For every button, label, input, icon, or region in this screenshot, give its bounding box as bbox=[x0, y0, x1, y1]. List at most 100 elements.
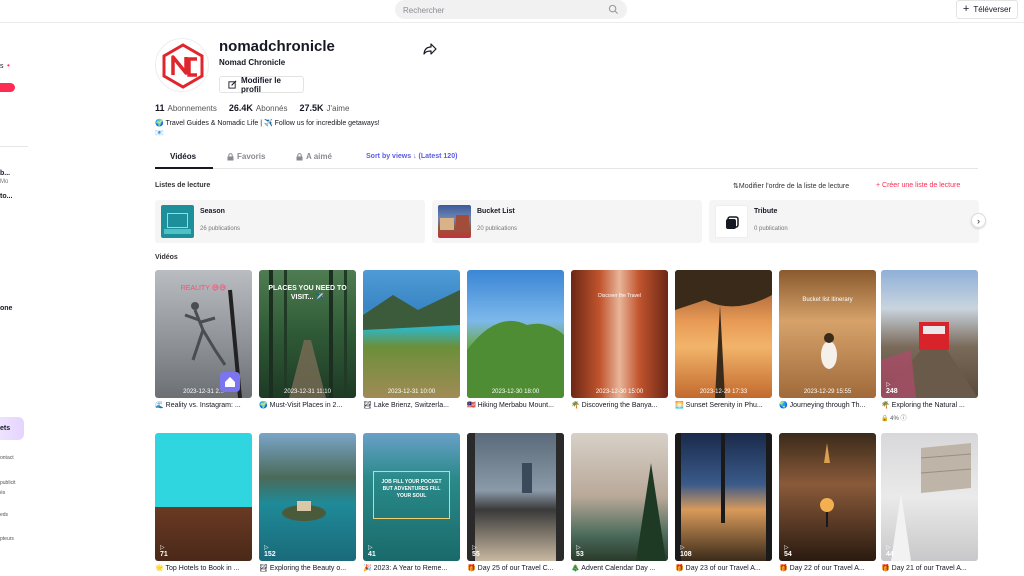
playlists-heading: Listes de lecture bbox=[155, 182, 211, 189]
footer-link[interactable]: pteurs bbox=[0, 536, 14, 542]
likes-label: J'aime bbox=[326, 104, 350, 113]
video-thumbnail[interactable]: ▷ 54 bbox=[779, 433, 876, 561]
video-caption[interactable]: 🌟 Top Hotels to Book in ... bbox=[155, 564, 252, 572]
bio-line: 🌍 Travel Guides & Nomadic Life | ✈️ Foll… bbox=[155, 120, 380, 127]
video-thumbnail[interactable]: ▷ 108 bbox=[675, 433, 772, 561]
video-caption[interactable]: 🏞 Lake Brienz, Switzerla... bbox=[363, 401, 460, 409]
video-date: 2023-12-30 18:00 bbox=[491, 389, 540, 395]
video-thumbnail[interactable]: ▷ 71 bbox=[155, 433, 252, 561]
sidebar-fragment[interactable]: b... bbox=[0, 170, 10, 177]
followers-count: 26.4K bbox=[228, 103, 253, 113]
play-icon: ▷ bbox=[368, 545, 373, 551]
video-caption[interactable]: 🏞 Exploring the Beauty o... bbox=[259, 564, 356, 572]
video-caption[interactable]: 🇲🇾 Hiking Merbabu Mount... bbox=[467, 401, 564, 409]
video-date: 2023-12-29 15:55 bbox=[803, 389, 852, 395]
sidebar-promo[interactable]: ets bbox=[0, 417, 24, 440]
profile-tabs: Vidéos Favoris A aimé Sort by views ↓ (L… bbox=[155, 150, 978, 169]
video-thumbnail[interactable]: ▷ 152 bbox=[259, 433, 356, 561]
tab-favorites[interactable]: Favoris bbox=[227, 152, 265, 161]
sidebar-fragment[interactable]: to... bbox=[0, 193, 12, 200]
video-caption[interactable]: 🎁 Day 22 of our Travel A... bbox=[779, 564, 876, 572]
video-thumbnail[interactable]: REALITY 😅😅 2023-12-31 2... bbox=[155, 270, 252, 398]
video-caption[interactable]: 🌴 Discovering the Banya... bbox=[571, 401, 668, 409]
video-views: 55 bbox=[472, 551, 480, 558]
sort-views-button[interactable]: Sort by views ↓ (Latest 120) bbox=[366, 153, 457, 160]
following-stat[interactable]: 11 Abonnements bbox=[155, 103, 217, 113]
video-thumbnail[interactable]: 2023-12-29 17:33 bbox=[675, 270, 772, 398]
tab-videos[interactable]: Vidéos bbox=[170, 152, 196, 161]
playlist-card[interactable]: Tribute 0 publication bbox=[709, 200, 979, 243]
video-views: 54 bbox=[784, 551, 792, 558]
video-thumbnail[interactable]: JOB FILL YOUR POCKET BUT ADVENTURES FILL… bbox=[363, 433, 460, 561]
create-playlist-link[interactable]: + Créer une liste de lecture bbox=[876, 182, 960, 189]
video-thumbnail[interactable]: 2023-12-31 10:00 bbox=[363, 270, 460, 398]
tree-art bbox=[675, 270, 772, 398]
sidebar-fragment[interactable]: one bbox=[0, 305, 12, 312]
sidebar-fragment: Mo bbox=[0, 179, 9, 185]
sidebar-fragment[interactable]: s bbox=[0, 63, 4, 70]
video-caption[interactable]: 🎁 Day 21 of our Travel A... bbox=[881, 564, 978, 572]
video-thumbnail[interactable]: Bucket list itinerary 2023-12-29 15:55 bbox=[779, 270, 876, 398]
profile-username: nomadchronicle bbox=[219, 38, 335, 55]
person-art bbox=[821, 333, 837, 369]
search-box[interactable] bbox=[395, 0, 627, 20]
island-art bbox=[282, 501, 326, 521]
play-icon: ▷ bbox=[576, 545, 581, 551]
playlist-thumbnail bbox=[715, 205, 748, 238]
video-thumbnail[interactable]: Discover the Travel 2023-12-30 15:00 bbox=[571, 270, 668, 398]
video-overlay-text: JOB FILL YOUR POCKET BUT ADVENTURES FILL… bbox=[381, 479, 442, 499]
tab-liked[interactable]: A aimé bbox=[296, 152, 332, 161]
footer-link[interactable]: ontact bbox=[0, 455, 14, 461]
playlist-count: 20 publications bbox=[477, 226, 518, 232]
window-art bbox=[675, 433, 772, 561]
video-thumbnail[interactable]: 2023-12-30 18:00 bbox=[467, 270, 564, 398]
video-thumbnail[interactable]: ▷ 53 bbox=[571, 433, 668, 561]
play-icon: ▷ bbox=[886, 382, 891, 388]
video-thumbnail[interactable]: PLACES YOU NEED TO VISIT... ✈️ 2023-12-3… bbox=[259, 270, 356, 398]
video-overlay-text: Discover the Travel bbox=[598, 293, 641, 299]
reorder-label: Modifier l'ordre de la liste de lecture bbox=[738, 183, 850, 190]
footer-link[interactable]: eds bbox=[0, 512, 8, 518]
playlists-next-button[interactable]: › bbox=[971, 213, 986, 228]
playlist-thumbnail bbox=[438, 205, 471, 238]
video-caption[interactable]: 🌍 Must-Visit Places in 2... bbox=[259, 401, 356, 409]
video-views: 41 bbox=[368, 551, 376, 558]
edit-profile-button[interactable]: Modifier le profil bbox=[219, 76, 304, 94]
videos-heading: Vidéos bbox=[155, 254, 178, 261]
share-icon[interactable] bbox=[423, 42, 437, 56]
video-caption[interactable]: 🌊 Reality vs. Instagram: ... bbox=[155, 401, 252, 409]
reorder-playlists-link[interactable]: ⇅Modifier l'ordre de la liste de lecture bbox=[733, 182, 849, 190]
video-views: 71 bbox=[160, 551, 168, 558]
video-thumbnail[interactable]: ▷ 248 bbox=[881, 270, 978, 398]
followers-stat[interactable]: 26.4K Abonnés bbox=[229, 103, 288, 113]
badge bbox=[0, 83, 15, 92]
footer-link[interactable]: publicit bbox=[0, 480, 16, 486]
profile-avatar[interactable] bbox=[155, 38, 209, 92]
playlist-card[interactable]: Season 26 publications bbox=[155, 200, 425, 243]
upload-button[interactable]: + Téléverser bbox=[956, 0, 1018, 19]
video-views: 53 bbox=[576, 551, 584, 558]
video-caption[interactable]: 🌅 Sunset Serenity in Phu... bbox=[675, 401, 772, 409]
plus-icon: + bbox=[962, 3, 970, 15]
notification-dot-icon: • bbox=[7, 61, 10, 70]
search-icon[interactable] bbox=[608, 4, 619, 15]
play-icon: ▷ bbox=[160, 545, 165, 551]
video-date: 2023-12-31 11:10 bbox=[284, 389, 331, 395]
video-thumbnail[interactable]: ▷ 44 bbox=[881, 433, 978, 561]
footer-link[interactable]: és bbox=[0, 490, 5, 496]
video-thumbnail[interactable]: ▷ 55 bbox=[467, 433, 564, 561]
colosseum-art bbox=[891, 443, 972, 561]
tab-liked-label: A aimé bbox=[306, 152, 332, 161]
video-caption[interactable]: 🌏 Journeying through Th... bbox=[779, 401, 876, 409]
playlist-card[interactable]: Bucket List 20 publications bbox=[432, 200, 702, 243]
video-caption[interactable]: 🎄 Advent Calendar Day ... bbox=[571, 564, 668, 572]
hill-art bbox=[467, 320, 564, 398]
video-date: 2023-12-29 17:33 bbox=[699, 389, 748, 395]
video-caption[interactable]: 🎁 Day 23 of our Travel A... bbox=[675, 564, 772, 572]
likes-stat: 27.5K J'aime bbox=[300, 103, 350, 113]
search-input[interactable] bbox=[395, 1, 595, 20]
play-icon: ▷ bbox=[784, 545, 789, 551]
video-caption[interactable]: 🎉 2023: A Year to Reme... bbox=[363, 564, 460, 572]
video-caption[interactable]: 🌴 Exploring the Natural ... bbox=[881, 401, 978, 409]
video-caption[interactable]: 🎁 Day 25 of our Travel C... bbox=[467, 564, 564, 572]
